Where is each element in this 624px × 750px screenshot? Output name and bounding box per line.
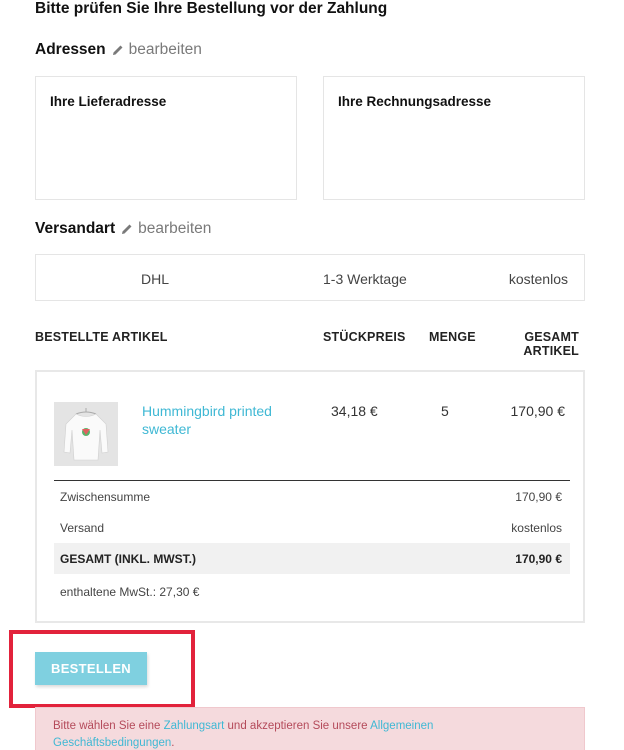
sweater-image xyxy=(54,402,118,466)
product-name-line1[interactable]: Hummingbird printed xyxy=(142,402,302,420)
product-quantity: 5 xyxy=(441,403,449,419)
col-header-total: GESAMT ARTIKEL xyxy=(523,330,579,358)
product-name-link[interactable]: Hummingbird printed sweater xyxy=(142,402,302,438)
summary-row-total: GESAMT (INKL. MWST.) 170,90 € xyxy=(54,543,570,574)
billing-address-title: Ihre Rechnungsadresse xyxy=(338,94,492,109)
col-header-unit-price: STÜCKPREIS xyxy=(323,330,406,344)
shipping-delivery-time: 1-3 Werktage xyxy=(323,271,407,287)
delivery-address-box: Ihre Lieferadresse xyxy=(35,76,297,200)
page-title: Bitte prüfen Sie Ihre Bestellung vor der… xyxy=(35,0,388,17)
pencil-icon xyxy=(122,224,132,234)
product-name-line2[interactable]: sweater xyxy=(142,420,302,438)
product-total: 170,90 € xyxy=(510,403,566,419)
shipping-heading-label: Versandart xyxy=(35,220,116,237)
total-value: 170,90 € xyxy=(515,552,562,566)
edit-addresses-link[interactable]: bearbeiten xyxy=(112,41,202,59)
terms-link-line2[interactable]: Geschäftsbedingungen xyxy=(53,737,171,749)
edit-shipping-link[interactable]: bearbeiten xyxy=(121,220,211,238)
shipping-summary-label: Versand xyxy=(60,521,105,535)
alert-text-before: Bitte wählen Sie eine xyxy=(53,720,164,732)
subtotal-value: 170,90 € xyxy=(515,490,562,504)
vat-info: enthaltene MwSt.: 27,30 € xyxy=(60,585,200,599)
edit-shipping-label[interactable]: bearbeiten xyxy=(138,220,211,238)
subtotal-label: Zwischensumme xyxy=(60,490,151,504)
col-header-total-line2: ARTIKEL xyxy=(523,344,579,358)
col-header-total-line1: GESAMT xyxy=(524,330,579,344)
order-items-box: Hummingbird printed sweater 34,18 € 5 17… xyxy=(35,370,585,623)
alert-text-middle: und akzeptieren Sie unsere xyxy=(224,720,371,732)
payment-alert: Bitte wählen Sie eine Zahlungsart und ak… xyxy=(35,707,585,750)
total-label: GESAMT (INKL. MWST.) xyxy=(60,552,196,566)
col-header-quantity: MENGE xyxy=(429,330,476,344)
billing-address-box: Ihre Rechnungsadresse xyxy=(323,76,585,200)
addresses-heading: Adressen bearbeiten xyxy=(35,41,202,59)
payment-method-link[interactable]: Zahlungsart xyxy=(164,720,225,732)
product-unit-price: 34,18 € xyxy=(331,403,378,419)
product-thumbnail[interactable] xyxy=(54,402,118,466)
terms-link-line1[interactable]: Allgemeinen xyxy=(370,720,433,732)
summary-row-shipping: Versand kostenlos xyxy=(54,512,570,543)
edit-addresses-label[interactable]: bearbeiten xyxy=(129,41,202,59)
order-button[interactable]: BESTELLEN xyxy=(35,652,147,685)
alert-text-after: . xyxy=(171,737,175,749)
pencil-icon xyxy=(112,45,123,55)
shipping-carrier: DHL xyxy=(141,271,170,287)
shipping-option: DHL 1-3 Werktage kostenlos xyxy=(35,254,585,301)
summary-row-subtotal: Zwischensumme 170,90 € xyxy=(54,481,570,512)
delivery-address-title: Ihre Lieferadresse xyxy=(50,94,167,109)
addresses-heading-label: Adressen xyxy=(35,41,106,58)
shipping-summary-value: kostenlos xyxy=(511,521,562,535)
shipping-price: kostenlos xyxy=(508,271,568,287)
col-header-article: BESTELLTE ARTIKEL xyxy=(35,330,168,344)
shipping-heading: Versandart bearbeiten xyxy=(35,220,211,238)
